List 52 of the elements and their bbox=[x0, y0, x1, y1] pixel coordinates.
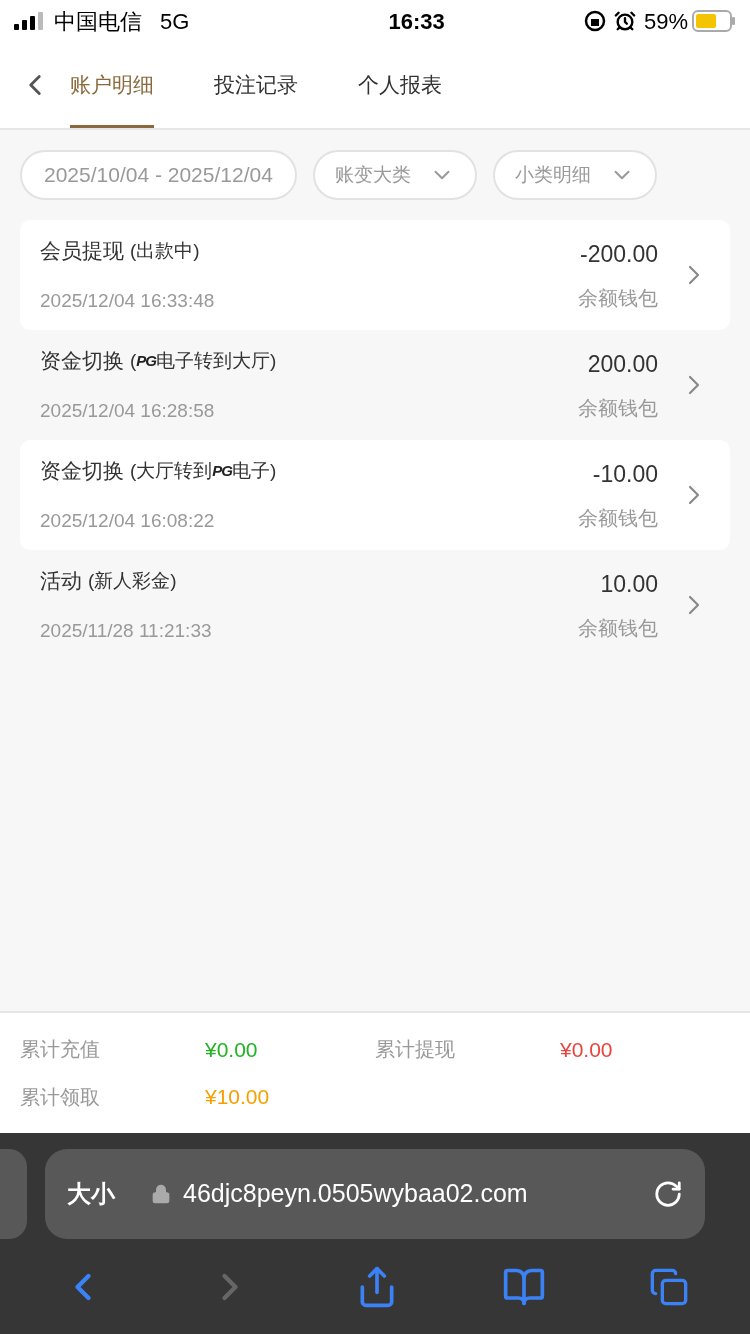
summary-label: 累计提现 bbox=[375, 1037, 456, 1063]
wallet-label: 余额钱包 bbox=[578, 616, 658, 642]
record-note: ( bbox=[130, 348, 137, 373]
battery-icon bbox=[692, 10, 736, 32]
wallet-label: 余额钱包 bbox=[578, 286, 658, 312]
record-title: 资金切换 bbox=[40, 458, 124, 484]
carrier-name: 中国电信 bbox=[54, 7, 142, 36]
record-note: (出款中) bbox=[130, 238, 200, 263]
reload-icon[interactable] bbox=[653, 1179, 683, 1209]
record-row[interactable]: 会员提现 (出款中) 2025/12/04 16:33:48 -200.00 余额钱包 bbox=[20, 220, 730, 330]
record-row[interactable]: 活动 (新人彩金) 2025/11/28 11:21:33 10.00 余额钱包 bbox=[20, 550, 730, 660]
record-title: 会员提现 bbox=[40, 238, 124, 264]
signal-icon bbox=[14, 12, 44, 30]
summary-label: 累计充值 bbox=[20, 1037, 101, 1063]
url-text: 46djc8peyn.0505wybaa02.com bbox=[183, 1178, 528, 1210]
wallet-label: 余额钱包 bbox=[578, 396, 658, 422]
record-time: 2025/12/04 16:08:22 bbox=[40, 508, 216, 533]
record-time: 2025/11/28 11:21:33 bbox=[40, 618, 213, 643]
lock-icon bbox=[151, 1184, 171, 1204]
record-row[interactable]: 资金切换 (PG电子转到大厅) 2025/12/04 16:28:58 200.00 余额钱包 bbox=[20, 330, 730, 440]
record-title: 资金切换 bbox=[40, 348, 124, 374]
summary-value: ¥10.00 bbox=[205, 1084, 270, 1110]
record-time: 2025/12/04 16:28:58 bbox=[40, 398, 216, 423]
record-amount: 200.00 bbox=[587, 349, 658, 379]
address-bar[interactable]: 大小 46djc8peyn.0505wybaa02.com bbox=[45, 1149, 705, 1239]
tabs-icon[interactable] bbox=[648, 1266, 689, 1307]
record-note: (新人彩金) bbox=[88, 568, 177, 593]
side-tab-preview[interactable] bbox=[0, 1149, 27, 1239]
record-row[interactable]: 资金切换 (大厅转到PG电子) 2025/12/04 16:08:22 -10.00 余额钱包 bbox=[20, 440, 730, 550]
alarm-icon bbox=[613, 10, 636, 32]
record-time: 2025/12/04 16:33:48 bbox=[40, 288, 216, 313]
network-type: 5G bbox=[160, 7, 190, 36]
record-title: 活动 bbox=[40, 568, 82, 594]
nav-tab[interactable]: 个人报表 bbox=[358, 42, 442, 128]
summary-value: ¥0.00 bbox=[205, 1036, 258, 1063]
summary-label: 累计领取 bbox=[20, 1084, 101, 1110]
wallet-label: 余额钱包 bbox=[578, 506, 658, 532]
brand-logo: PG bbox=[212, 460, 232, 479]
nav-tab[interactable]: 投注记录 bbox=[214, 42, 298, 128]
clock-time: 16:33 bbox=[387, 7, 445, 36]
record-amount: -10.00 bbox=[592, 459, 658, 489]
record-amount: 10.00 bbox=[600, 569, 658, 599]
brand-logo: PG bbox=[136, 350, 156, 369]
summary-value: ¥0.00 bbox=[560, 1036, 613, 1063]
record-note: 电子转到大厅) bbox=[156, 348, 277, 373]
record-note: 电子) bbox=[232, 458, 277, 483]
rotation-lock-icon bbox=[583, 10, 606, 32]
record-amount: -200.00 bbox=[580, 239, 658, 269]
record-note: (大厅转到 bbox=[130, 458, 213, 483]
nav-tab[interactable]: 账户明细 bbox=[70, 42, 154, 128]
battery-percent: 59% bbox=[643, 7, 688, 36]
text-size-button[interactable]: 大小 bbox=[67, 1176, 115, 1212]
